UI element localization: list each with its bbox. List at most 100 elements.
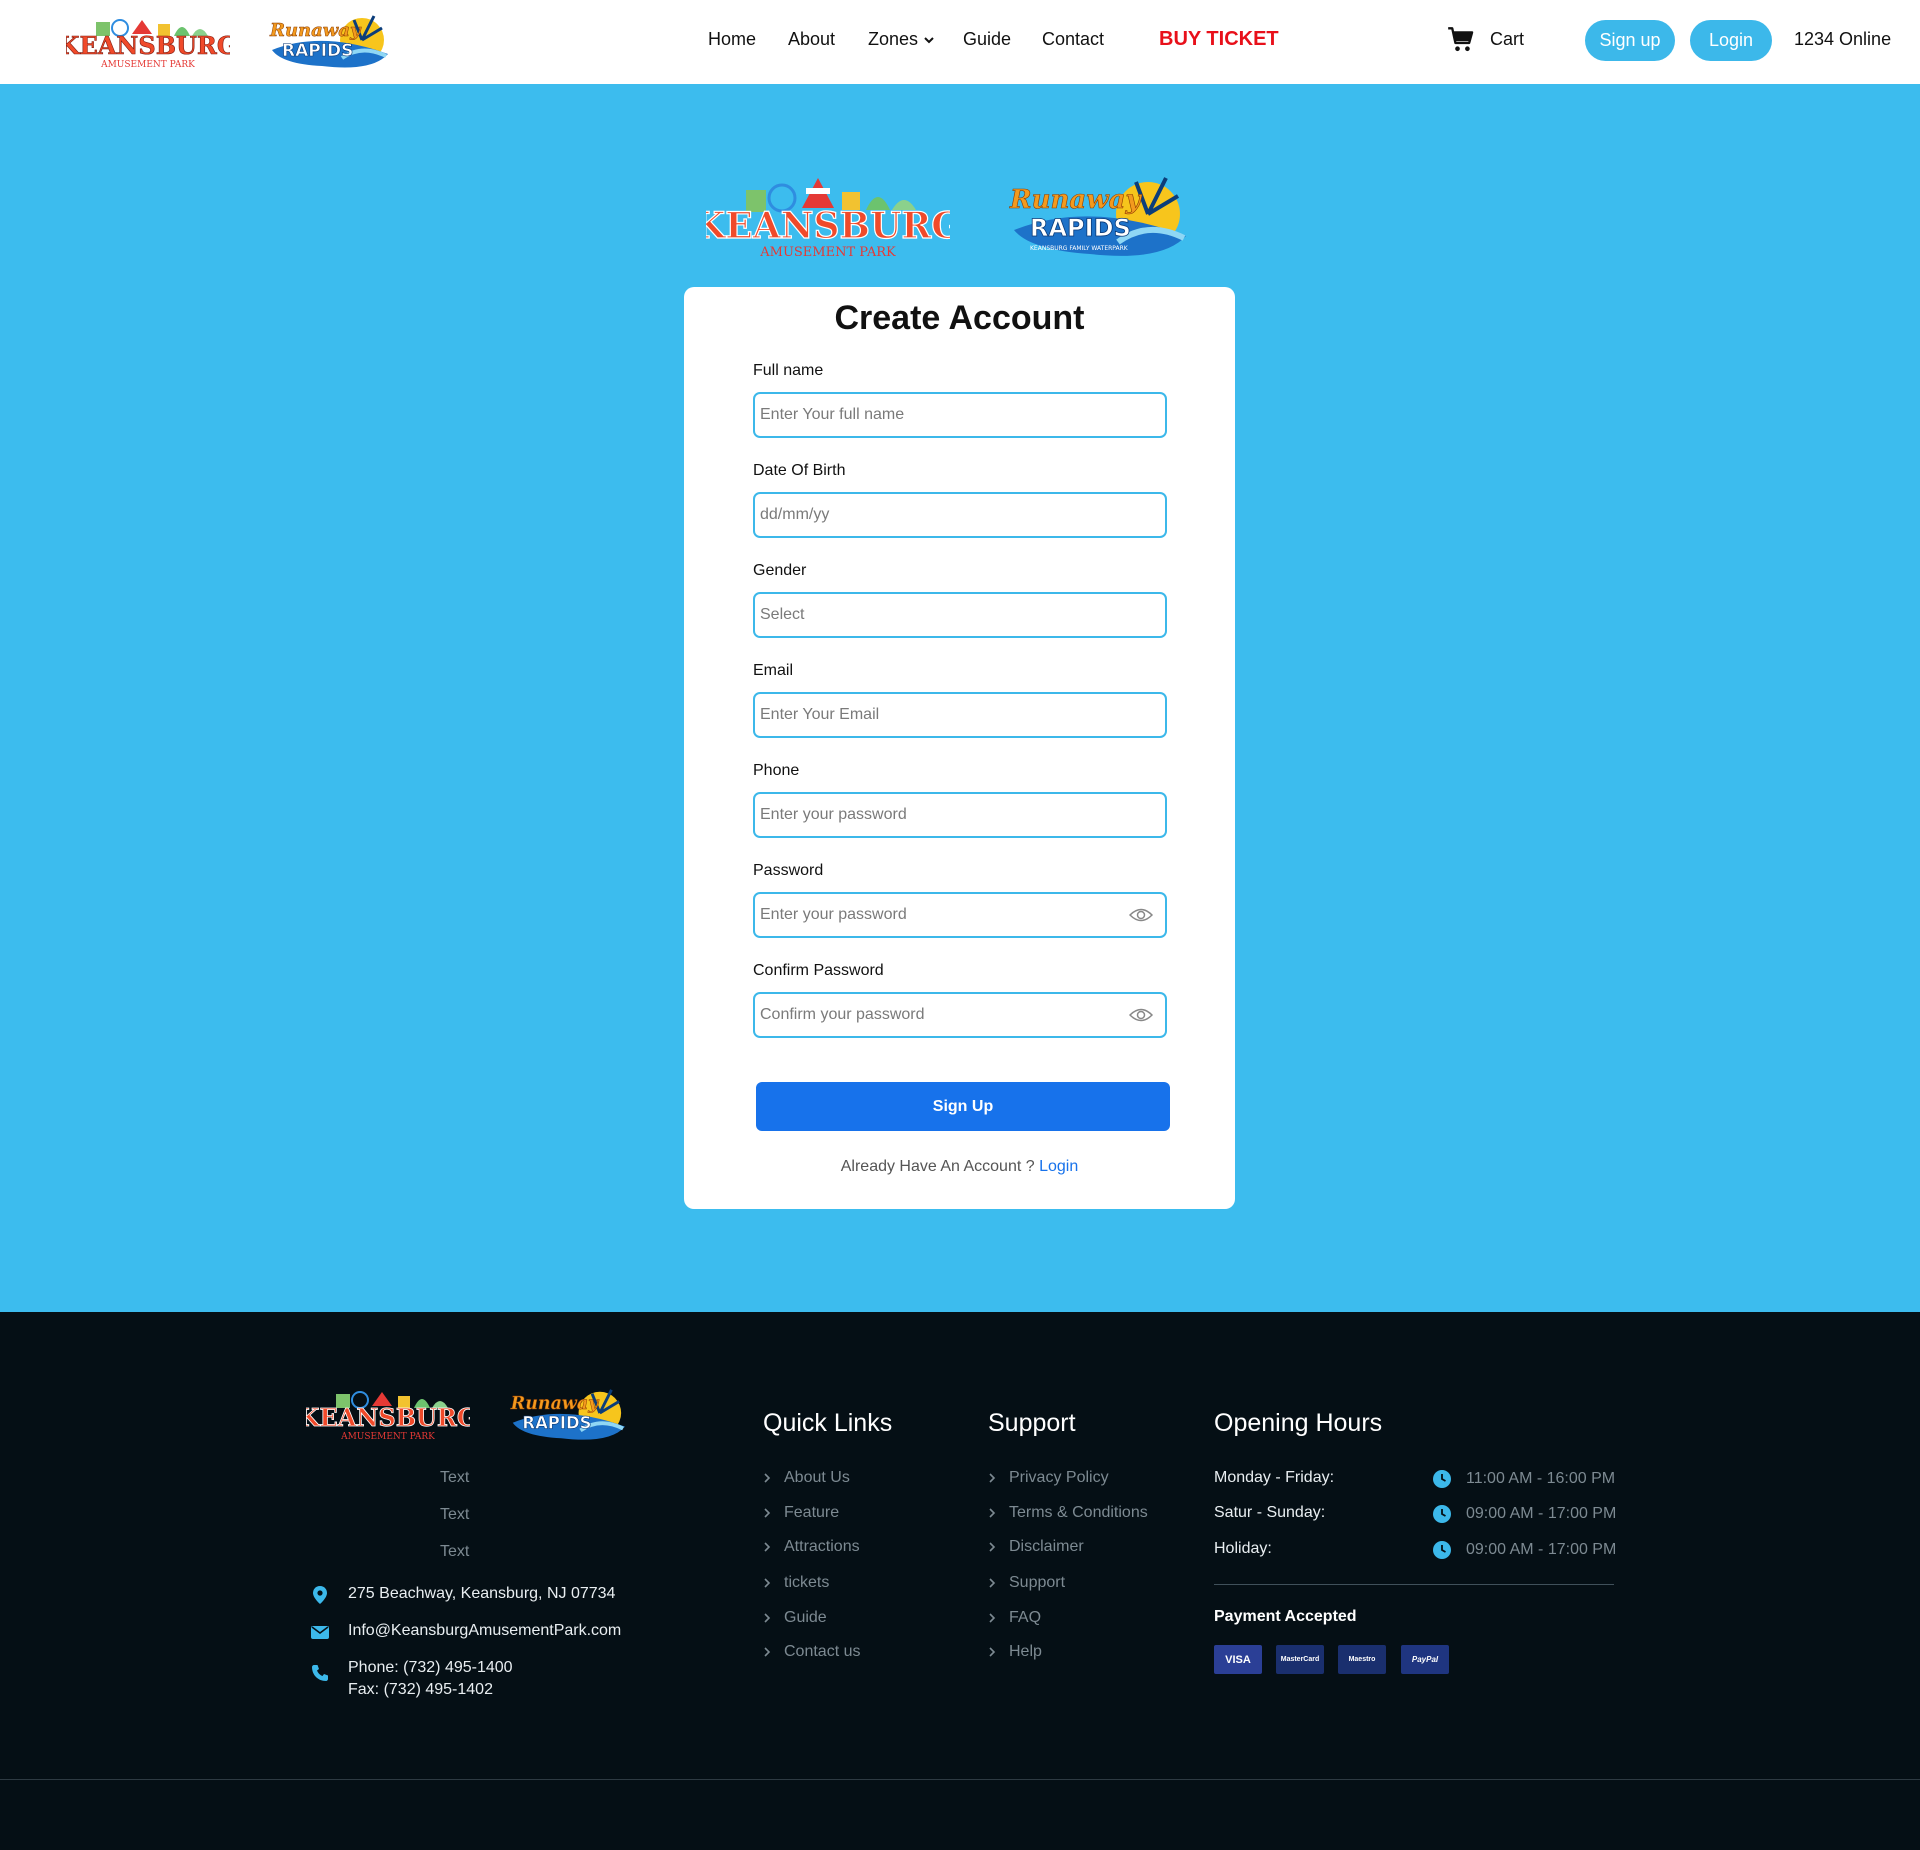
- phone-label: Phone: [753, 762, 800, 779]
- chevron-right-icon: [764, 1578, 771, 1588]
- chevron-right-icon: [989, 1578, 996, 1588]
- keansburg-logo-footer[interactable]: KEANSBURG AMUSEMENT PARK: [306, 1384, 470, 1444]
- hours-time: 09:00 AM - 17:00 PM: [1466, 1541, 1617, 1558]
- footer-link-support[interactable]: Support: [988, 1574, 1065, 1592]
- runaway-rapids-logo-footer[interactable]: Runaway RAPIDS: [502, 1384, 628, 1444]
- svg-text:KEANSBURG: KEANSBURG: [706, 205, 950, 247]
- footer-link-about-us[interactable]: About Us: [763, 1469, 850, 1487]
- footer-link-faq[interactable]: FAQ: [988, 1609, 1041, 1627]
- footer-link-contact-us[interactable]: Contact us: [763, 1643, 860, 1661]
- footer-link-label: About Us: [784, 1469, 850, 1486]
- chevron-right-icon: [989, 1508, 996, 1518]
- gender-label: Gender: [753, 562, 807, 579]
- chevron-right-icon: [764, 1542, 771, 1552]
- date-of-birth-input[interactable]: [755, 494, 1165, 536]
- hours-day: Monday - Friday:: [1214, 1469, 1335, 1486]
- fax-text: Fax: (732) 495-1402: [348, 1681, 493, 1698]
- footer-link-disclaimer[interactable]: Disclaimer: [988, 1538, 1084, 1556]
- nav-zones-label: Zones: [868, 29, 919, 49]
- hours-time: 11:00 AM - 16:00 PM: [1466, 1470, 1616, 1487]
- email-field-box: [753, 692, 1167, 738]
- location-pin-icon: [313, 1586, 327, 1604]
- svg-text:Runaway: Runaway: [1009, 185, 1142, 215]
- chevron-right-icon: [989, 1647, 996, 1657]
- hours-day: Holiday:: [1214, 1540, 1272, 1557]
- buy-ticket-link[interactable]: BUY TICKET: [1159, 28, 1279, 51]
- cart-label[interactable]: Cart: [1490, 29, 1524, 50]
- footer-link-feature[interactable]: Feature: [763, 1504, 839, 1522]
- login-button[interactable]: Login: [1690, 20, 1772, 61]
- opening-hours-title: Opening Hours: [1214, 1409, 1383, 1437]
- confirm-password-input[interactable]: [755, 994, 1165, 1036]
- date-of-birth-label: Date Of Birth: [753, 462, 846, 479]
- password-field-box: [753, 892, 1167, 938]
- runaway-rapids-logo-large: Runaway RAPIDS KEANSBURG FAMILY WATERPAR…: [1009, 177, 1186, 256]
- svg-text:KEANSBURG FAMILY WATERPARK: KEANSBURG FAMILY WATERPARK: [1030, 245, 1129, 252]
- footer-link-privacy-policy[interactable]: Privacy Policy: [988, 1469, 1109, 1487]
- nav-contact[interactable]: Contact: [1042, 29, 1104, 50]
- password-input[interactable]: [755, 894, 1165, 936]
- footer-link-help[interactable]: Help: [988, 1643, 1042, 1661]
- footer-bottom-divider: [0, 1779, 1920, 1780]
- footer-email[interactable]: Info@KeansburgAmusementPark.com: [310, 1620, 621, 1642]
- eye-icon[interactable]: [1129, 907, 1153, 923]
- nav-zones[interactable]: Zones: [868, 29, 934, 50]
- cart-icon[interactable]: [1447, 26, 1475, 54]
- nav-about[interactable]: About: [788, 29, 835, 50]
- page-title: Create Account: [834, 299, 1085, 337]
- svg-text:RAPIDS: RAPIDS: [522, 1414, 591, 1433]
- confirm-password-field-box: [753, 992, 1167, 1038]
- top-navigation-bar: KEANSBURG AMUSEMENT PARK Runaway RAPIDS …: [0, 0, 1920, 84]
- hours-time-row: 09:00 AM - 17:00 PM: [1432, 1504, 1616, 1524]
- keansburg-logo-large: KEANSBURG AMUSEMENT PARK: [706, 178, 950, 260]
- already-have-account: Already Have An Account ? Login: [684, 1158, 1235, 1176]
- footer-link-label: tickets: [784, 1574, 830, 1591]
- visa-card-icon: VISA: [1214, 1645, 1262, 1674]
- hours-time: 09:00 AM - 17:00 PM: [1466, 1505, 1617, 1522]
- clock-icon: [1433, 1470, 1451, 1488]
- footer-text: Text: [440, 1543, 470, 1560]
- nav-home[interactable]: Home: [708, 29, 756, 50]
- svg-text:Runaway: Runaway: [269, 20, 362, 41]
- footer-link-label: Help: [1009, 1643, 1042, 1660]
- email-label: Email: [753, 662, 794, 679]
- chevron-right-icon: [764, 1508, 771, 1518]
- full-name-field-box: [753, 392, 1167, 438]
- footer-link-attractions[interactable]: Attractions: [763, 1538, 860, 1556]
- paypal-icon: PayPal: [1401, 1645, 1449, 1674]
- phone-input[interactable]: [755, 794, 1165, 836]
- runaway-rapids-logo[interactable]: Runaway RAPIDS: [262, 10, 390, 72]
- hours-day: Satur - Sunday:: [1214, 1504, 1326, 1521]
- email-input[interactable]: [755, 694, 1165, 736]
- footer-link-label: Attractions: [784, 1538, 860, 1555]
- keansburg-logo[interactable]: KEANSBURG AMUSEMENT PARK: [66, 12, 230, 72]
- chevron-right-icon: [764, 1613, 771, 1623]
- footer-link-tickets[interactable]: tickets: [763, 1574, 829, 1592]
- chevron-right-icon: [989, 1613, 996, 1623]
- payment-accepted-title: Payment Accepted: [1214, 1608, 1357, 1625]
- svg-text:KEANSBURG: KEANSBURG: [306, 1403, 470, 1432]
- phone-fax-block: Phone: (732) 495-1400 Fax: (732) 495-140…: [348, 1657, 513, 1701]
- svg-text:KEANSBURG: KEANSBURG: [66, 31, 230, 60]
- signup-button[interactable]: Sign up: [1585, 20, 1675, 61]
- footer-link-guide[interactable]: Guide: [763, 1609, 827, 1627]
- footer-link-terms[interactable]: Terms & Conditions: [988, 1504, 1148, 1522]
- footer-phone: Phone: (732) 495-1400 Fax: (732) 495-140…: [310, 1657, 513, 1701]
- gender-select[interactable]: [755, 594, 1165, 636]
- footer-link-label: FAQ: [1009, 1609, 1042, 1626]
- eye-icon[interactable]: [1129, 1007, 1153, 1023]
- footer-address: 275 Beachway, Keansburg, NJ 07734: [310, 1583, 615, 1605]
- svg-text:AMUSEMENT PARK: AMUSEMENT PARK: [100, 60, 195, 70]
- footer-link-label: Disclaimer: [1009, 1538, 1084, 1555]
- chevron-right-icon: [989, 1473, 996, 1483]
- hours-time-row: 11:00 AM - 16:00 PM: [1432, 1469, 1615, 1489]
- sign-up-submit-button[interactable]: Sign Up: [756, 1082, 1170, 1131]
- footer-link-label: Contact us: [784, 1643, 861, 1660]
- footer-text: Text: [440, 1506, 470, 1523]
- create-account-card: Create Account Full name Date Of Birth G…: [684, 287, 1235, 1209]
- nav-guide[interactable]: Guide: [963, 29, 1011, 50]
- full-name-input[interactable]: [755, 394, 1165, 436]
- login-link[interactable]: Login: [1039, 1158, 1078, 1175]
- online-count: 1234 Online: [1794, 29, 1892, 49]
- email-text[interactable]: Info@KeansburgAmusementPark.com: [348, 1620, 621, 1642]
